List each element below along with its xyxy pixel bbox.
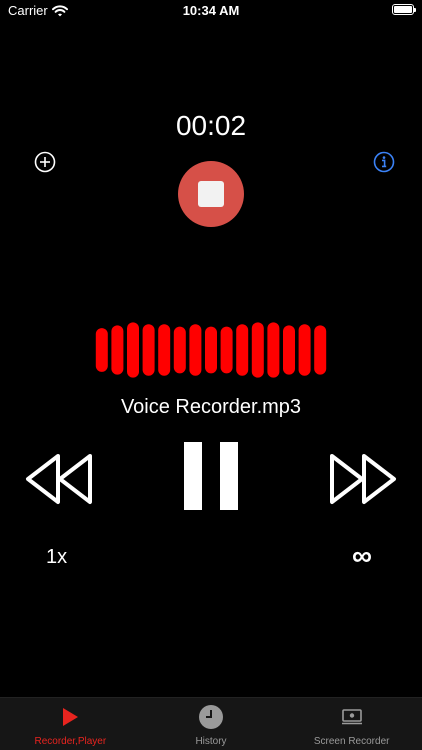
waveform-bar — [220, 326, 233, 374]
plus-circle-icon[interactable] — [34, 151, 56, 173]
waveform-bar — [158, 324, 171, 376]
waveform-bar — [205, 326, 217, 374]
pause-icon — [184, 442, 202, 510]
play-icon — [57, 704, 83, 730]
tab-recorder-player[interactable]: Recorder,Player — [0, 698, 141, 750]
tab-label: Recorder,Player — [34, 736, 107, 747]
battery-icon — [392, 4, 416, 15]
battery-fill — [394, 6, 412, 13]
loop-button[interactable]: ∞ — [352, 540, 372, 572]
file-name: Voice Recorder.mp3 — [120, 396, 302, 418]
status-time: 10:34 AM — [182, 3, 240, 18]
tab-history[interactable]: History — [141, 698, 282, 750]
waveform-bar — [314, 325, 327, 375]
tab-label: History — [195, 736, 227, 747]
info-circle-icon[interactable] — [373, 151, 395, 173]
waveform-bar — [95, 328, 108, 372]
stop-icon — [198, 181, 224, 207]
waveform-bar — [173, 326, 186, 374]
status-bar: Carrier 10:34 AM — [0, 0, 422, 22]
tab-label: Screen Recorder — [313, 736, 390, 747]
stop-record-button[interactable] — [178, 161, 244, 227]
elapsed-timer: 00:02 — [175, 110, 247, 141]
clock-icon — [198, 704, 224, 730]
waveform-bar — [267, 322, 280, 378]
waveform-bar — [236, 324, 249, 376]
pause-icon-bar — [220, 442, 238, 510]
waveform-bar — [127, 322, 139, 378]
waveform-bar — [142, 324, 155, 376]
waveform-bar — [189, 324, 202, 376]
waveform-bar — [298, 324, 311, 376]
playback-speed-button[interactable]: 1x — [46, 546, 67, 569]
audio-waveform — [95, 322, 327, 378]
screen-recorder-icon — [339, 704, 365, 730]
pause-button[interactable] — [180, 442, 242, 510]
waveform-bar — [251, 322, 264, 378]
tab-bar: Recorder,Player History Screen Recorder — [0, 697, 422, 750]
waveform-bar — [283, 325, 295, 375]
rewind-icon[interactable] — [24, 452, 94, 506]
fast-forward-icon[interactable] — [328, 452, 398, 506]
waveform-bar — [111, 325, 124, 375]
tab-screen-recorder[interactable]: Screen Recorder — [281, 698, 422, 750]
